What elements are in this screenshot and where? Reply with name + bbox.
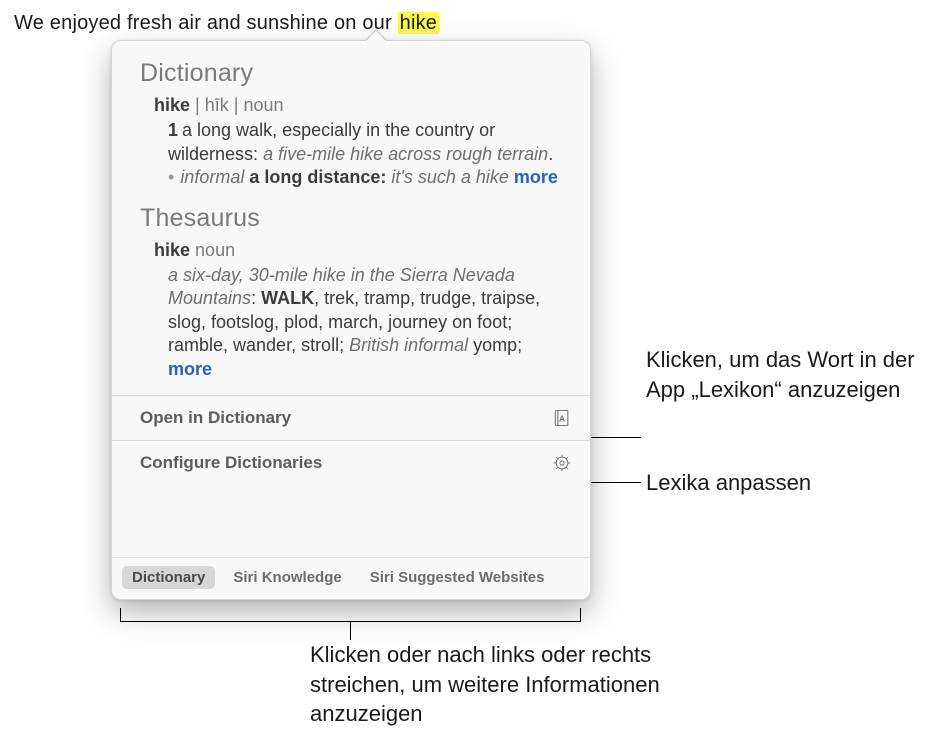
dictionary-sense-1: 1a long walk, especially in the country …: [168, 119, 562, 166]
sentence-prefix: We enjoyed fresh air and sunshine on our: [14, 12, 398, 34]
tab-siri-suggested-websites[interactable]: Siri Suggested Websites: [360, 566, 555, 589]
svg-text:A: A: [559, 413, 565, 423]
dictionary-subsense: •informal a long distance: it's such a h…: [168, 166, 562, 189]
configure-dictionaries-label: Configure Dictionaries: [140, 453, 322, 473]
dictionary-part-of-speech: noun: [243, 95, 283, 115]
gear-icon: [552, 453, 572, 473]
thesaurus-headword: hike: [154, 240, 190, 260]
tab-dictionary[interactable]: Dictionary: [122, 566, 215, 589]
dictionary-more-link[interactable]: more: [514, 167, 558, 187]
dictionary-section-title: Dictionary: [140, 59, 562, 88]
open-in-dictionary-row[interactable]: Open in Dictionary A: [112, 396, 590, 441]
configure-dictionaries-row[interactable]: Configure Dictionaries: [112, 441, 590, 485]
thesaurus-more-link[interactable]: more: [168, 359, 212, 379]
dictionary-example: a five-mile hike across rough terrain: [263, 144, 548, 164]
thesaurus-section-title: Thesaurus: [140, 204, 562, 233]
callout-tabs: Klicken oder nach links oder rechts stre…: [310, 640, 670, 729]
dictionary-entry: hike | hīk | noun 1a long walk, especial…: [154, 94, 562, 190]
thesaurus-primary-synonym: WALK: [261, 288, 314, 308]
lookup-popover: Dictionary hike | hīk | noun 1a long wal…: [111, 40, 591, 600]
thesaurus-part-of-speech: noun: [195, 240, 235, 260]
highlighted-word: hike: [398, 12, 440, 34]
thesaurus-entry: hike noun a six-day, 30-mile hike in the…: [154, 239, 562, 381]
open-in-dictionary-label: Open in Dictionary: [140, 408, 291, 428]
tab-siri-knowledge[interactable]: Siri Knowledge: [223, 566, 351, 589]
dictionary-app-icon: A: [552, 408, 572, 428]
callout-configure: Lexika anpassen: [646, 468, 811, 498]
callout-open-in-app: Klicken, um das Wort in der App „Lexikon…: [646, 345, 934, 404]
dictionary-pronunciation: | hīk |: [195, 95, 243, 115]
dictionary-headword: hike: [154, 95, 190, 115]
source-tabbar: Dictionary Siri Knowledge Siri Suggested…: [112, 557, 590, 599]
